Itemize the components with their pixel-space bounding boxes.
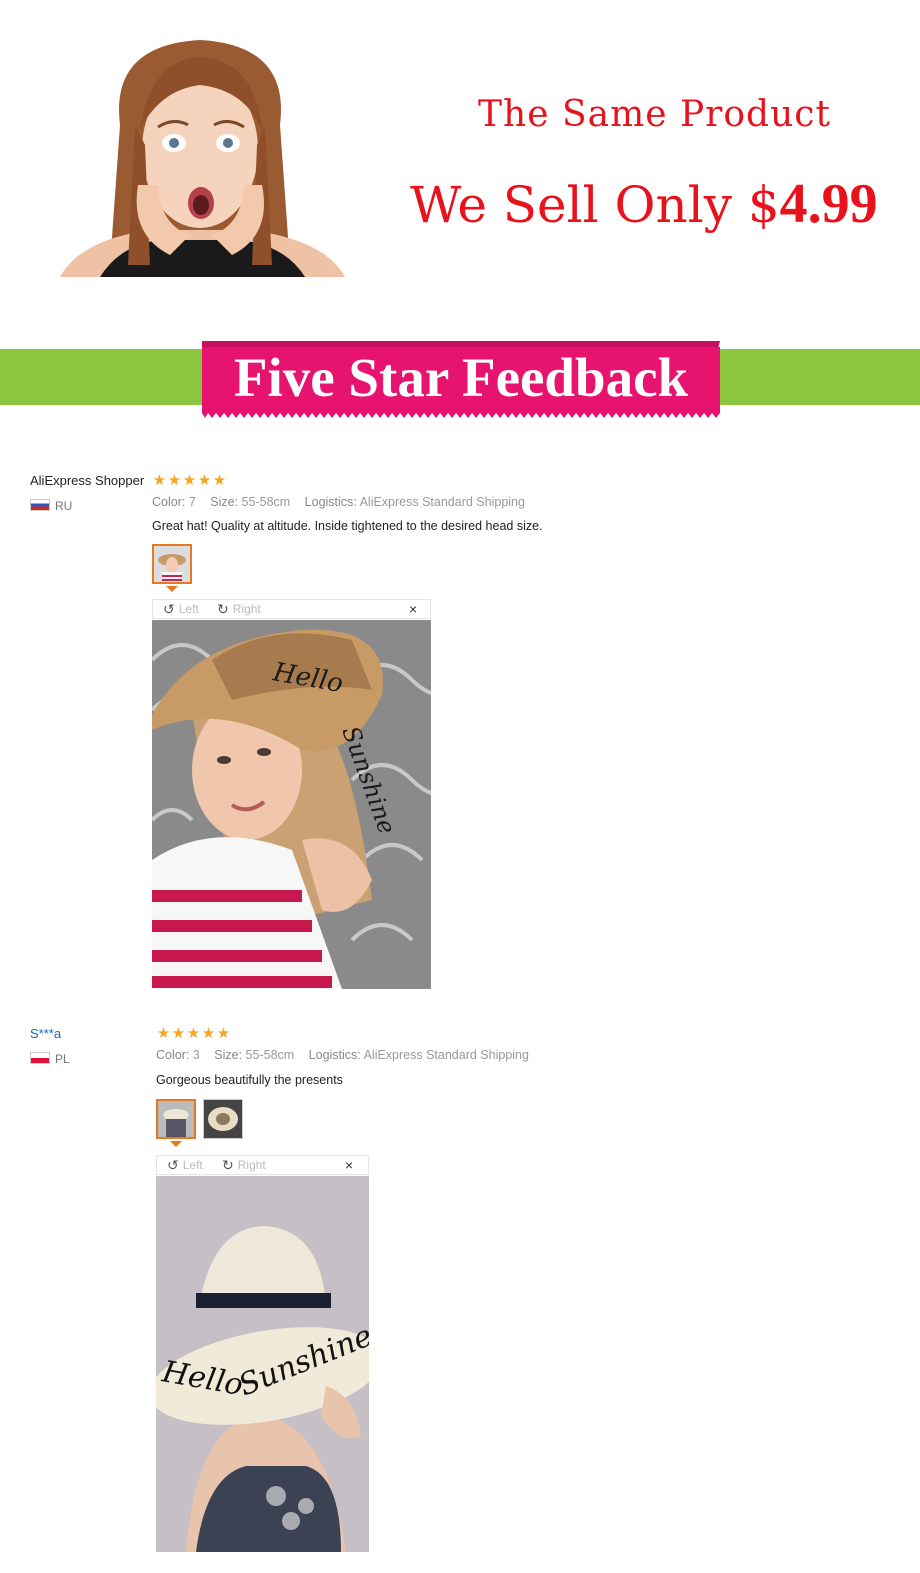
close-icon[interactable]: × [409, 601, 417, 617]
surprised-woman-photo [40, 35, 362, 277]
russia-flag-icon [30, 499, 50, 511]
review-photo-large: Hello Sunshine [152, 620, 431, 989]
review-meta: Color: 7 Size: 55-58cm Logistics: AliExp… [152, 495, 536, 509]
promo-line-sell-only: We Sell Only $4.99 [410, 172, 878, 236]
rotate-right-control[interactable]: ↻ Right [222, 1158, 266, 1172]
review-country-code: RU [55, 499, 73, 513]
review-photo-thumbnail[interactable] [203, 1099, 243, 1139]
size-label: Size: [210, 495, 239, 509]
review-text: Gorgeous beautifully the presents [156, 1073, 343, 1087]
star-icon: ★ [212, 471, 227, 489]
review-photo-thumbnail[interactable] [156, 1099, 196, 1139]
rotate-left-label: Left [182, 1158, 203, 1172]
logistics-label: Logistics: [304, 495, 357, 509]
color-value: 3 [192, 1048, 200, 1062]
star-icon: ★ [171, 1024, 186, 1042]
color-label: Color: [156, 1048, 190, 1062]
review-author[interactable]: AliExpress Shopper [30, 473, 144, 488]
rotate-right-icon: ↻ [217, 601, 229, 617]
rotate-right-label: Right [237, 1158, 266, 1172]
review-photo-large: Hello Sunshine [156, 1176, 369, 1552]
rotate-right-control[interactable]: ↻ Right [217, 602, 261, 616]
promo-line-same-product: The Same Product [478, 94, 831, 135]
promo-price: 4.99 [779, 173, 878, 235]
star-icon: ★ [156, 1024, 171, 1042]
logistics-label: Logistics: [308, 1048, 361, 1062]
star-rating: ★ ★ ★ ★ ★ [156, 1024, 231, 1042]
close-icon[interactable]: × [345, 1157, 353, 1173]
star-icon: ★ [186, 1024, 201, 1042]
star-icon: ★ [216, 1024, 231, 1042]
logistics-value: AliExpress Standard Shipping [359, 495, 525, 509]
poland-flag-icon [30, 1052, 50, 1064]
thumbnail-caret [170, 1141, 182, 1147]
color-label: Color: [152, 495, 186, 509]
star-icon: ★ [152, 471, 167, 489]
rotate-right-icon: ↻ [222, 1157, 234, 1173]
review-photo-thumbnail[interactable] [152, 544, 192, 584]
rotate-left-control[interactable]: ↺ Left [163, 602, 199, 616]
star-icon: ★ [182, 471, 197, 489]
review-country: RU [30, 499, 72, 513]
size-value: 55-58cm [241, 495, 291, 509]
review-country-code: PL [55, 1052, 70, 1066]
star-icon: ★ [201, 1024, 216, 1042]
promo-line-sell-prefix: We Sell Only $ [410, 176, 780, 234]
star-icon: ★ [197, 471, 212, 489]
rotate-left-control[interactable]: ↺ Left [167, 1158, 203, 1172]
star-rating: ★ ★ ★ ★ ★ [152, 471, 227, 489]
photo-viewer-toolbar: ↺ Left ↻ Right × [152, 599, 431, 619]
photo-viewer-toolbar: ↺ Left ↻ Right × [156, 1155, 369, 1175]
size-label: Size: [214, 1048, 243, 1062]
rotate-left-label: Left [178, 602, 199, 616]
review-meta: Color: 3 Size: 55-58cm Logistics: AliExp… [156, 1048, 540, 1062]
logistics-value: AliExpress Standard Shipping [363, 1048, 529, 1062]
review-text: Great hat! Quality at altitude. Inside t… [152, 519, 543, 533]
star-icon: ★ [167, 471, 182, 489]
banner-title: Five Star Feedback [233, 347, 689, 408]
review-country: PL [30, 1052, 70, 1066]
review-author[interactable]: S***a [30, 1026, 61, 1041]
rotate-left-icon: ↺ [163, 601, 175, 617]
rotate-left-icon: ↺ [167, 1157, 179, 1173]
size-value: 55-58cm [245, 1048, 295, 1062]
thumbnail-caret [166, 586, 178, 592]
rotate-right-label: Right [232, 602, 261, 616]
color-value: 7 [188, 495, 196, 509]
